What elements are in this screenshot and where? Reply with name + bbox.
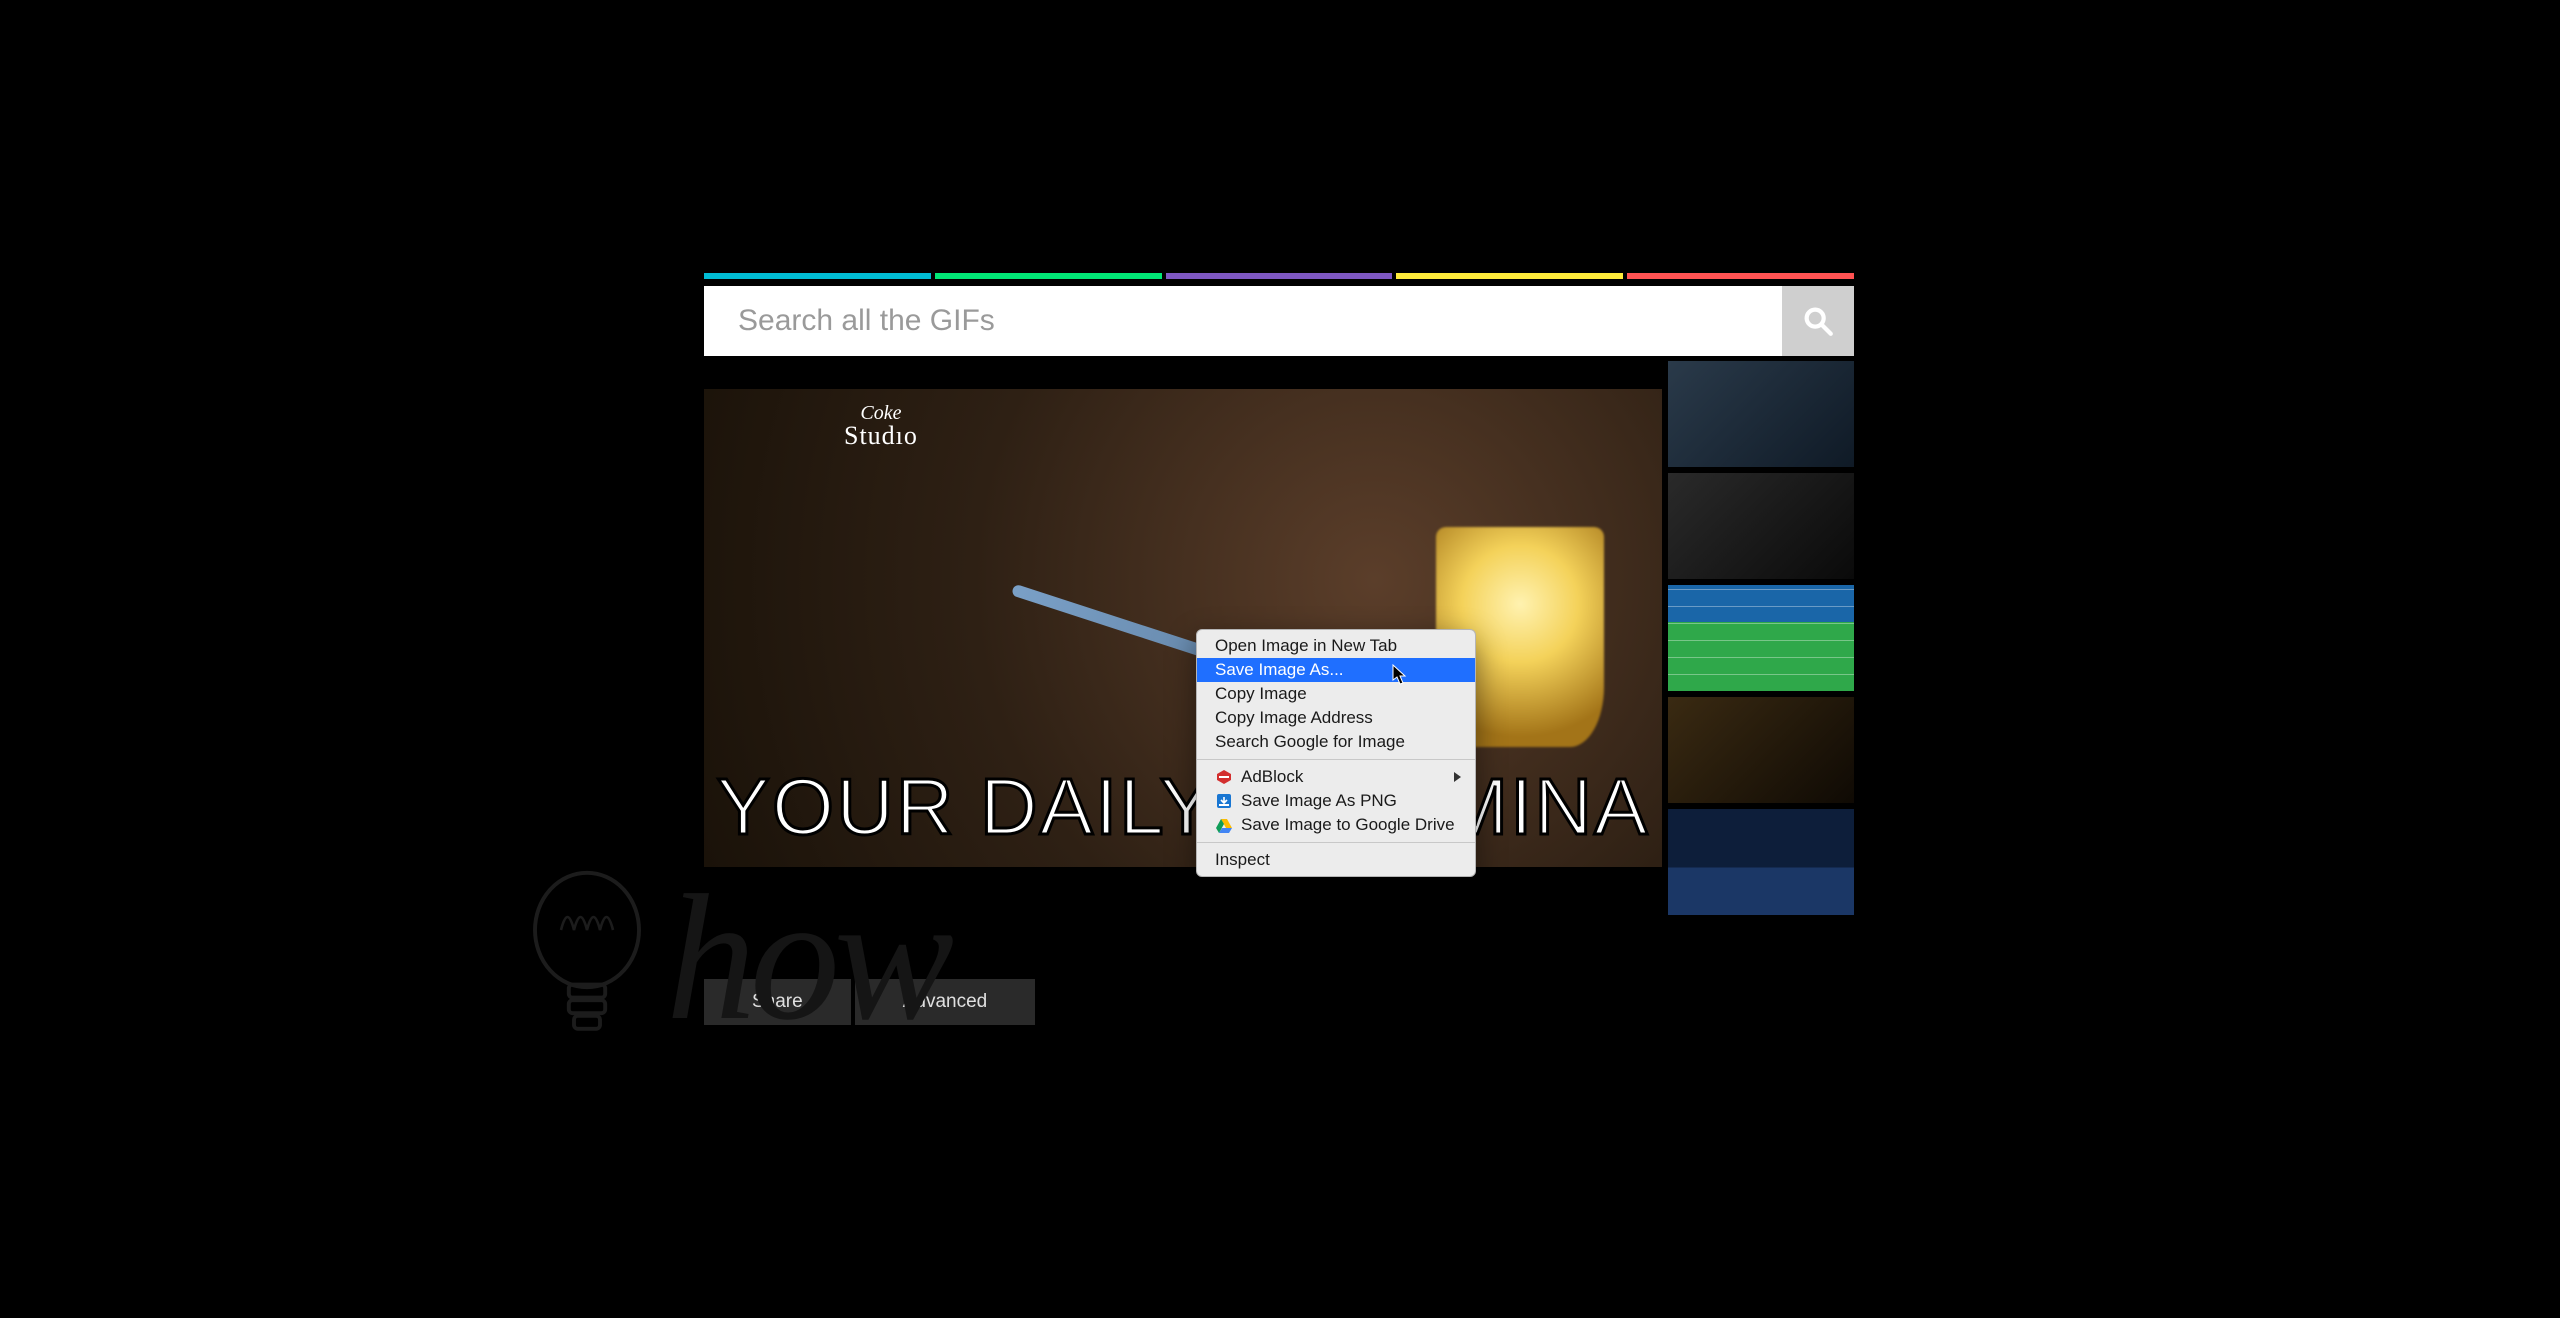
ctx-copy-image[interactable]: Copy Image [1197, 682, 1475, 706]
thumbnail-5[interactable] [1668, 809, 1854, 915]
app-frame: Coke Studıo YOUR DAILY DOS MINA Share Ad… [518, 267, 2042, 1051]
lightbulb-icon [522, 865, 652, 1047]
ctx-open-new-tab[interactable]: Open Image in New Tab [1197, 634, 1475, 658]
thumbnail-4[interactable] [1668, 697, 1854, 803]
ctx-separator-1 [1197, 759, 1475, 760]
ctx-save-image-as[interactable]: Save Image As... [1197, 658, 1475, 682]
related-thumbnails [1668, 361, 1854, 915]
ctx-separator-2 [1197, 842, 1475, 843]
save-png-icon [1215, 792, 1233, 810]
thumbnail-2[interactable] [1668, 473, 1854, 579]
search-bar [704, 286, 1854, 356]
google-drive-icon [1215, 816, 1233, 834]
thumbnail-1[interactable] [1668, 361, 1854, 467]
adblock-icon [1215, 768, 1233, 786]
ctx-search-google[interactable]: Search Google for Image [1197, 730, 1475, 754]
ctx-adblock[interactable]: AdBlock [1197, 765, 1475, 789]
gif-caption: YOUR DAILY DOS MINA [717, 761, 1650, 853]
ctx-save-as-png[interactable]: Save Image As PNG [1197, 789, 1475, 813]
ctx-inspect[interactable]: Inspect [1197, 848, 1475, 872]
watermark-line2: Studıo [844, 423, 918, 449]
search-input[interactable] [704, 286, 1782, 356]
search-button[interactable] [1782, 286, 1854, 356]
thumbnail-3[interactable] [1668, 585, 1854, 691]
context-menu: Open Image in New Tab Save Image As... C… [1196, 629, 1476, 877]
watermark-line1: Coke [844, 403, 918, 423]
search-icon [1801, 304, 1835, 338]
main-gif[interactable]: Coke Studıo YOUR DAILY DOS MINA [704, 389, 1662, 867]
source-watermark: Coke Studıo [844, 403, 918, 449]
ctx-copy-image-address[interactable]: Copy Image Address [1197, 706, 1475, 730]
ctx-save-to-drive[interactable]: Save Image to Google Drive [1197, 813, 1475, 837]
top-color-strip [704, 273, 1854, 279]
submenu-arrow-icon [1454, 772, 1461, 782]
how-watermark: how [666, 854, 948, 1061]
